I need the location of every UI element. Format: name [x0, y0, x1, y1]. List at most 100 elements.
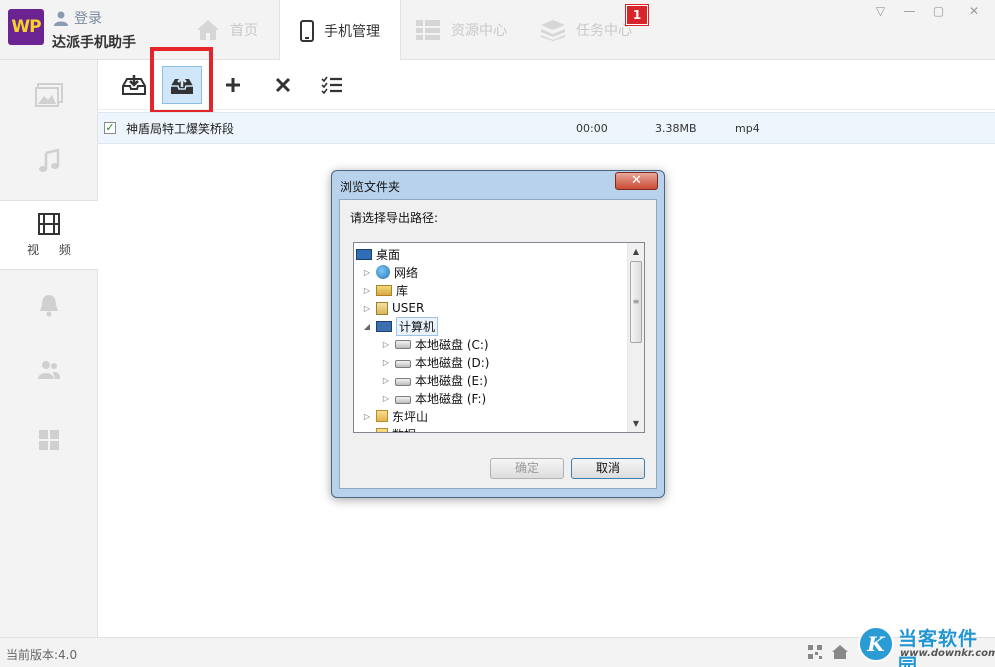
window-controls: ▽ — ▢ ✕ — [866, 0, 995, 22]
tree-item-folder[interactable]: 数据 — [362, 425, 416, 432]
tree-item-drive-d[interactable]: ▷ 本地磁盘 (D:) — [381, 353, 490, 371]
music-icon — [38, 149, 59, 172]
menu-dropdown-button[interactable]: ▽ — [866, 0, 895, 22]
collapse-arrow-icon[interactable]: ◢ — [362, 322, 372, 331]
tree-item-label: 库 — [396, 283, 409, 298]
expand-arrow-icon[interactable]: ▷ — [362, 268, 372, 277]
tree-item-label: 本地磁盘 (D:) — [415, 355, 490, 370]
dialog-title: 浏览文件夹 — [340, 180, 401, 194]
tree-item-desktop[interactable]: 桌面 — [356, 245, 400, 263]
table-row[interactable]: ✓ 神盾局特工爆笑桥段 00:00 3.38MB mp4 — [98, 112, 995, 144]
watermark-logo: K — [858, 626, 894, 662]
tree-item-label: 桌面 — [376, 247, 401, 262]
expand-arrow-icon[interactable]: ▷ — [381, 394, 391, 403]
sidebar-item-apps[interactable] — [0, 405, 97, 475]
user-icon — [54, 11, 68, 26]
login-label: 登录 — [74, 11, 102, 27]
user-folder-icon — [376, 301, 388, 315]
sidebar-item-video-label: 视 频 — [27, 242, 79, 257]
delete-icon — [275, 77, 291, 93]
scroll-thumb[interactable]: ≡ — [630, 261, 642, 343]
drive-icon — [395, 395, 411, 404]
phone-icon — [300, 19, 314, 42]
scroll-up-icon[interactable]: ▲ — [628, 243, 644, 260]
folder-tree[interactable]: 桌面 ▷ 网络 ▷ 库 ▷ USER ◢ 计算机 ▷ 本地磁盘 (C:) ▷ 本… — [353, 242, 645, 433]
file-duration: 00:00 — [576, 121, 608, 135]
delete-button[interactable] — [263, 66, 303, 104]
app-logo: WP — [8, 9, 44, 45]
tree-item-drive-c[interactable]: ▷ 本地磁盘 (C:) — [381, 335, 489, 353]
status-icons — [808, 645, 848, 659]
drive-icon — [395, 359, 411, 368]
sidebar-item-photos[interactable] — [0, 60, 97, 130]
expand-arrow-icon[interactable]: ▷ — [362, 304, 372, 313]
tab-phone-manage-label: 手机管理 — [324, 23, 380, 40]
sidebar-item-contacts[interactable] — [0, 335, 97, 405]
qr-code-icon[interactable] — [808, 645, 822, 659]
tree-item-library[interactable]: ▷ 库 — [362, 281, 408, 299]
tree-item-label: 东坪山 — [392, 409, 429, 424]
expand-arrow-icon[interactable]: ▷ — [381, 340, 391, 349]
home-small-icon[interactable] — [832, 645, 848, 659]
tab-resources-label: 资源中心 — [451, 23, 507, 39]
sidebar-item-ringtones[interactable] — [0, 270, 97, 340]
status-bar: 当前版本:4.0 — [0, 637, 995, 667]
computer-icon — [376, 320, 392, 332]
app-title: 达派手机助手 — [52, 35, 136, 51]
dialog-body: 请选择导出路径: 桌面 ▷ 网络 ▷ 库 ▷ USER ◢ 计算机 ▷ 本地磁盘… — [339, 199, 657, 489]
version-label: 当前版本:4.0 — [6, 648, 78, 662]
tab-home-label: 首页 — [230, 23, 258, 39]
scroll-down-icon[interactable]: ▼ — [628, 415, 644, 432]
maximize-button[interactable]: ▢ — [924, 0, 953, 22]
close-button[interactable]: ✕ — [953, 0, 995, 22]
import-button[interactable] — [114, 66, 154, 104]
file-checkbox[interactable]: ✓ — [104, 122, 116, 134]
tree-item-drive-f[interactable]: ▷ 本地磁盘 (F:) — [381, 389, 486, 407]
tree-item-folder[interactable]: ▷ 东坪山 — [362, 407, 428, 425]
library-icon — [376, 284, 392, 296]
expand-arrow-icon[interactable]: ▷ — [362, 286, 372, 295]
dialog-close-button[interactable]: ✕ — [615, 172, 658, 190]
tree-item-label: 本地磁盘 (E:) — [415, 373, 488, 388]
watermark-url: www.downkr.com — [900, 648, 995, 659]
drive-icon — [395, 377, 411, 386]
tree-item-network[interactable]: ▷ 网络 — [362, 263, 418, 281]
login-link[interactable]: 登录 — [54, 9, 102, 27]
tree-item-label: 本地磁盘 (C:) — [415, 337, 489, 352]
import-icon — [122, 75, 146, 95]
file-type: mp4 — [735, 121, 760, 135]
ok-button[interactable]: 确定 — [490, 458, 564, 479]
resources-icon — [416, 20, 440, 40]
photo-icon — [34, 83, 63, 107]
tree-item-drive-e[interactable]: ▷ 本地磁盘 (E:) — [381, 371, 488, 389]
tree-item-label: USER — [392, 301, 425, 315]
tree-item-label: 本地磁盘 (F:) — [415, 391, 487, 406]
expand-arrow-icon[interactable]: ▷ — [362, 412, 372, 421]
toolbar — [98, 60, 995, 110]
sidebar-item-music[interactable] — [0, 126, 97, 196]
cancel-button[interactable]: 取消 — [571, 458, 645, 479]
folder-icon — [376, 410, 388, 422]
watermark-title: 当客软件园 — [898, 628, 979, 667]
sidebar-item-video[interactable]: 视 频 — [0, 200, 98, 270]
minimize-button[interactable]: — — [895, 0, 924, 22]
file-name: 神盾局特工爆笑桥段 — [126, 121, 235, 136]
tasks-icon — [541, 20, 565, 41]
expand-arrow-icon[interactable]: ▷ — [381, 358, 391, 367]
add-icon — [226, 78, 240, 92]
select-all-icon — [321, 76, 342, 94]
tab-phone-manage[interactable]: 手机管理 — [279, 0, 401, 61]
add-button[interactable] — [213, 66, 253, 104]
tab-resources[interactable]: 资源中心 — [415, 0, 527, 60]
select-all-button[interactable] — [312, 66, 352, 104]
tab-tasks-label: 任务中心 — [576, 23, 632, 39]
bell-icon — [39, 295, 58, 317]
tree-item-computer[interactable]: ◢ 计算机 — [362, 316, 439, 336]
tree-item-user[interactable]: ▷ USER — [362, 299, 424, 317]
home-icon — [197, 20, 219, 40]
folder-icon — [376, 428, 388, 432]
expand-arrow-icon[interactable]: ▷ — [381, 376, 391, 385]
tree-item-label: 计算机 — [396, 316, 439, 336]
network-icon — [376, 265, 390, 279]
tree-scrollbar[interactable]: ▲ ≡ ▼ — [627, 243, 644, 432]
